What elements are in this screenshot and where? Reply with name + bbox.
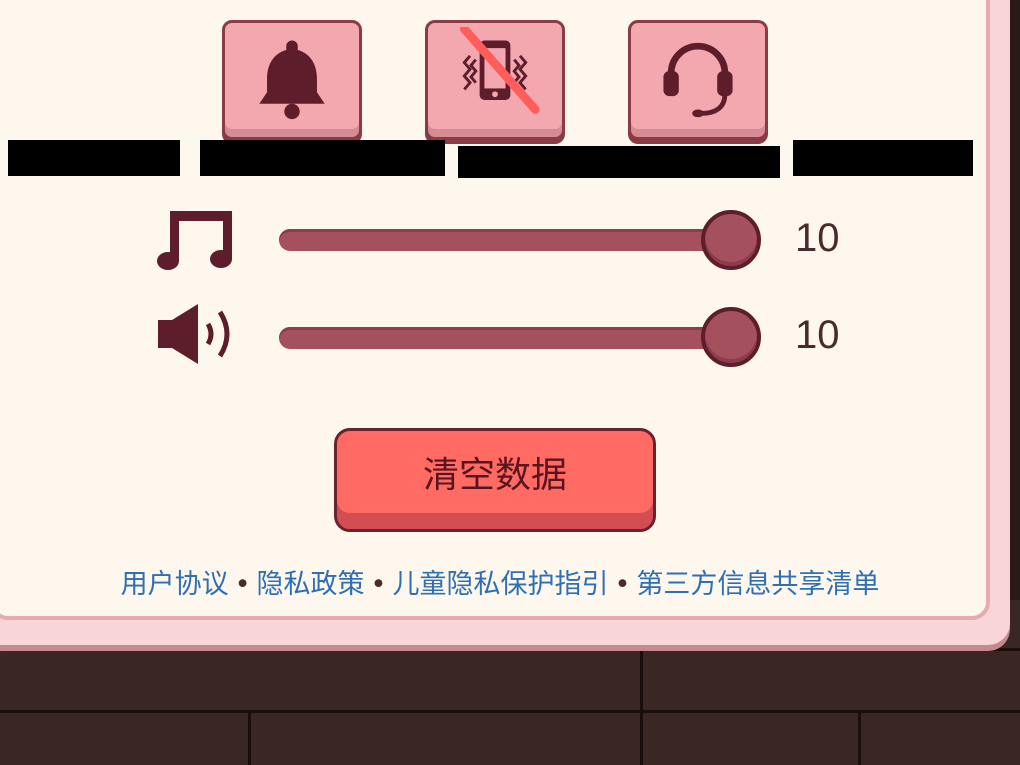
sound-slider-icon [152,302,242,372]
music-volume-slider[interactable] [279,229,741,251]
notification-toggle-button[interactable] [222,20,362,140]
background-floor-line [858,712,861,765]
sound-volume-slider[interactable] [279,327,741,349]
user-agreement-link[interactable]: 用户协议 [121,569,229,600]
music-slider-knob[interactable] [701,210,761,270]
link-separator: • [614,569,631,600]
vibration-toggle-button[interactable] [425,20,565,140]
sound-slider-knob[interactable] [701,307,761,367]
redacted-label [8,140,180,176]
sound-volume-value: 10 [795,313,840,357]
privacy-policy-link[interactable]: 隐私政策 [257,569,365,600]
link-separator: • [370,569,387,600]
link-separator: • [234,569,251,600]
children-privacy-link[interactable]: 儿童隐私保护指引 [392,569,608,600]
music-volume-value: 10 [795,216,840,260]
speaker-icon [158,304,230,364]
clear-data-button[interactable]: 清空数据 [334,428,656,532]
background-floor-line [0,710,1020,713]
background-floor-line [0,648,1020,651]
background-floor-line [248,712,251,765]
vibrate-off-icon [459,27,540,114]
third-party-sharing-link[interactable]: 第三方信息共享清单 [636,569,879,600]
bell-icon [259,40,325,120]
music-note-icon [157,211,232,270]
redacted-label [458,146,780,178]
legal-links: 用户协议 • 隐私政策 • 儿童隐私保护指引 • 第三方信息共享清单 [0,562,1000,601]
headset-icon [663,42,733,118]
redacted-label [200,140,445,176]
redacted-label [793,140,973,176]
background-floor-line [640,650,643,765]
headset-toggle-button[interactable] [628,20,768,140]
music-slider-icon [152,205,242,275]
